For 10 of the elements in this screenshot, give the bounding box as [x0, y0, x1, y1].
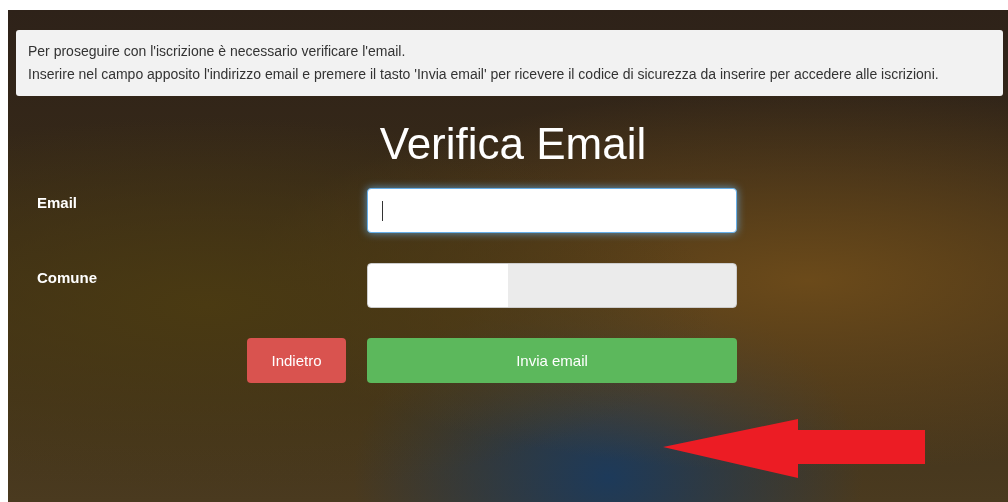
field-label: Email: [36, 193, 79, 211]
notice-text: Inserire nel campo apposito l'indirizzo email e premere il tasto 'Invia email' per ricevere il codice di sicurezza da inserire per accedere alle iscrizioni.: [28, 64, 940, 84]
page-title: Verifica Email: [378, 118, 647, 170]
field-label: Comune: [36, 268, 98, 286]
send-button[interactable]: Invia email: [367, 338, 737, 383]
text-cursor-icon: [382, 200, 383, 221]
input-field[interactable]: [367, 188, 737, 233]
notice-text: Per proseguire con l'iscrizione è necessario verificare l'email.: [28, 42, 407, 61]
back-button[interactable]: Indietro: [247, 338, 346, 383]
select-field[interactable]: [367, 263, 737, 308]
